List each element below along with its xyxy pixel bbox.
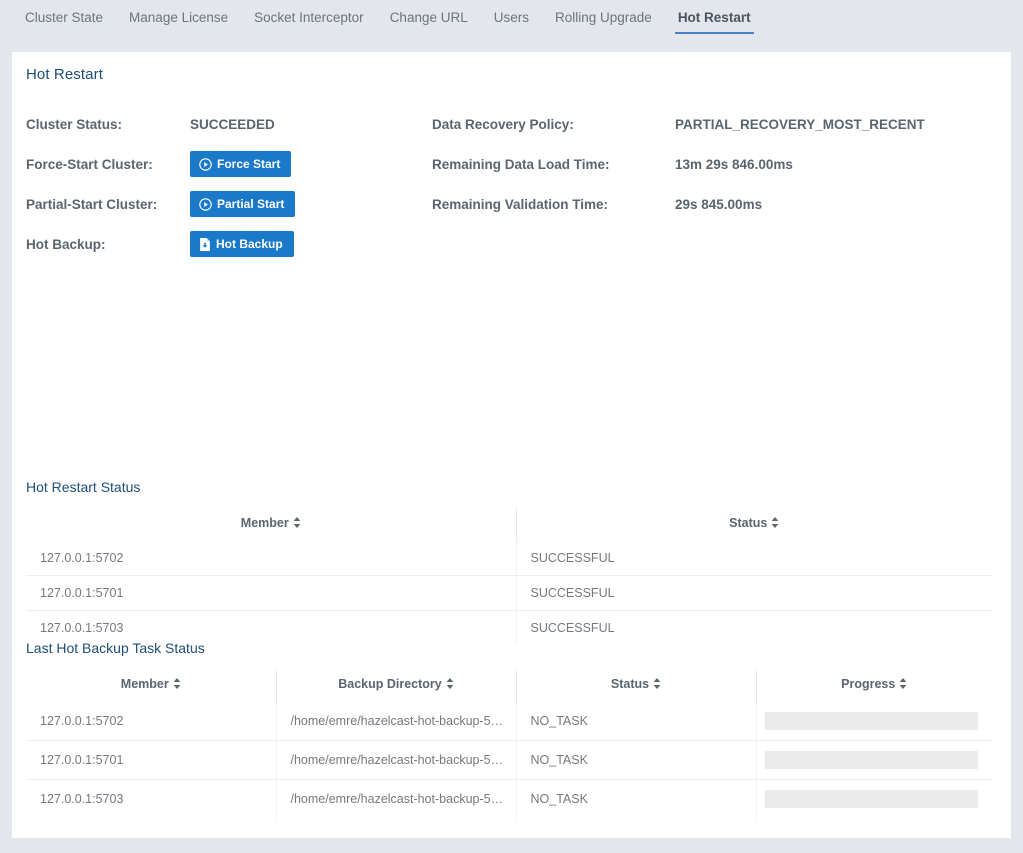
last-hot-backup-task-table: Member Backup Directory Status Progress 127…: [26, 669, 992, 818]
column-header-backup-directory[interactable]: Backup Directory: [276, 669, 516, 702]
info-row: Force-Start Cluster: Force Start: [26, 144, 426, 184]
column-header-member[interactable]: Member: [26, 669, 276, 702]
tab-users[interactable]: Users: [481, 9, 542, 34]
column-header-label: Status: [729, 516, 767, 530]
sort-toggle-icon[interactable]: [771, 517, 779, 531]
cell-directory: /home/emre/hazelcast-hot-backup-5702: [276, 702, 516, 741]
last-hot-backup-task-status-section: Last Hot Backup Task Status Member Backup…: [12, 640, 1011, 818]
progress-bar: [765, 712, 979, 730]
cell-member: 127.0.0.1:5702: [26, 541, 516, 576]
cell-status: SUCCESSFUL: [516, 576, 992, 611]
info-row: Cluster Status:SUCCEEDED: [26, 104, 426, 144]
cell-status: SUCCESSFUL: [516, 541, 992, 576]
primary-tab-bar: Cluster StateManage LicenseSocket Interc…: [0, 0, 1023, 37]
info-row: Partial-Start Cluster: Partial Start: [26, 184, 426, 224]
info-row: Data Recovery Policy:PARTIAL_RECOVERY_MO…: [432, 104, 992, 144]
hot-restart-status-title: Hot Restart Status: [12, 479, 1011, 495]
progress-bar: [765, 790, 979, 808]
page-title: Hot Restart: [12, 52, 1011, 83]
partial-start-button[interactable]: Partial Start: [190, 191, 295, 217]
cell-status: NO_TASK: [516, 702, 756, 741]
cell-status: NO_TASK: [516, 741, 756, 780]
button-label: Partial Start: [217, 197, 284, 211]
table-header-row: Member Backup Directory Status Progress: [26, 669, 992, 702]
sort-toggle-icon[interactable]: [173, 678, 181, 692]
hot-backup-button[interactable]: Hot Backup: [190, 231, 294, 257]
column-header-status[interactable]: Status: [516, 508, 992, 541]
table-row[interactable]: 127.0.0.1:5702/home/emre/hazelcast-hot-b…: [26, 702, 992, 741]
column-header-progress[interactable]: Progress: [756, 669, 992, 702]
info-label: Hot Backup:: [26, 237, 190, 252]
info-value: SUCCEEDED: [190, 117, 275, 132]
cell-member: 127.0.0.1:5703: [26, 780, 276, 819]
tab-socket-interceptor[interactable]: Socket Interceptor: [241, 9, 377, 34]
hot-restart-status-table: Member Status 127.0.0.1:5702SUCCESSFUL127…: [26, 508, 992, 645]
play-circle-icon: [199, 158, 212, 171]
cell-status: NO_TASK: [516, 780, 756, 819]
info-column-left: Cluster Status:SUCCEEDEDForce-Start Clus…: [26, 104, 426, 264]
info-row: Remaining Validation Time:29s 845.00ms: [432, 184, 992, 224]
cell-member: 127.0.0.1:5702: [26, 702, 276, 741]
info-column-right: Data Recovery Policy:PARTIAL_RECOVERY_MO…: [432, 104, 992, 224]
column-header-label: Member: [121, 677, 169, 691]
cell-member: 127.0.0.1:5701: [26, 576, 516, 611]
tab-rolling-upgrade[interactable]: Rolling Upgrade: [542, 9, 665, 34]
cell-progress: [756, 741, 992, 780]
file-save-icon: [199, 238, 211, 251]
tab-cluster-state[interactable]: Cluster State: [12, 9, 116, 34]
info-label: Partial-Start Cluster:: [26, 197, 190, 212]
tab-change-url[interactable]: Change URL: [377, 9, 481, 34]
sort-toggle-icon[interactable]: [293, 517, 301, 531]
column-header-label: Progress: [841, 677, 895, 691]
info-label: Cluster Status:: [26, 117, 190, 132]
force-start-button[interactable]: Force Start: [190, 151, 291, 177]
info-label: Remaining Validation Time:: [432, 197, 675, 212]
info-row: Remaining Data Load Time:13m 29s 846.00m…: [432, 144, 992, 184]
table-row[interactable]: 127.0.0.1:5703/home/emre/hazelcast-hot-b…: [26, 780, 992, 819]
tab-manage-license[interactable]: Manage License: [116, 9, 241, 34]
info-value: 29s 845.00ms: [675, 197, 762, 212]
table-row[interactable]: 127.0.0.1:5701/home/emre/hazelcast-hot-b…: [26, 741, 992, 780]
cell-progress: [756, 702, 992, 741]
play-circle-icon: [199, 198, 212, 211]
table-row[interactable]: 127.0.0.1:5702SUCCESSFUL: [26, 541, 992, 576]
cell-directory: /home/emre/hazelcast-hot-backup-5703: [276, 780, 516, 819]
cell-progress: [756, 780, 992, 819]
column-header-label: Backup Directory: [338, 677, 442, 691]
table-header-row: Member Status: [26, 508, 992, 541]
hot-restart-status-section: Hot Restart Status Member Status 127.0.0.…: [12, 479, 1011, 645]
info-value: 13m 29s 846.00ms: [675, 157, 793, 172]
table-row[interactable]: 127.0.0.1:5701SUCCESSFUL: [26, 576, 992, 611]
info-row: Hot Backup: Hot Backup: [26, 224, 426, 264]
button-label: Hot Backup: [216, 237, 283, 251]
sort-toggle-icon[interactable]: [899, 678, 907, 692]
info-label: Data Recovery Policy:: [432, 117, 675, 132]
column-header-label: Member: [241, 516, 289, 530]
sort-toggle-icon[interactable]: [446, 678, 454, 692]
column-header-label: Status: [611, 677, 649, 691]
info-value: PARTIAL_RECOVERY_MOST_RECENT: [675, 117, 925, 132]
sort-toggle-icon[interactable]: [653, 678, 661, 692]
column-header-status[interactable]: Status: [516, 669, 756, 702]
tab-hot-restart[interactable]: Hot Restart: [665, 9, 764, 34]
last-hot-backup-status-title: Last Hot Backup Task Status: [12, 640, 1011, 656]
info-label: Remaining Data Load Time:: [432, 157, 675, 172]
column-header-member[interactable]: Member: [26, 508, 516, 541]
cell-directory: /home/emre/hazelcast-hot-backup-5701: [276, 741, 516, 780]
info-label: Force-Start Cluster:: [26, 157, 190, 172]
cell-member: 127.0.0.1:5701: [26, 741, 276, 780]
button-label: Force Start: [217, 157, 280, 171]
progress-bar: [765, 751, 979, 769]
hot-restart-card: Hot Restart Cluster Status:SUCCEEDEDForc…: [12, 52, 1011, 838]
